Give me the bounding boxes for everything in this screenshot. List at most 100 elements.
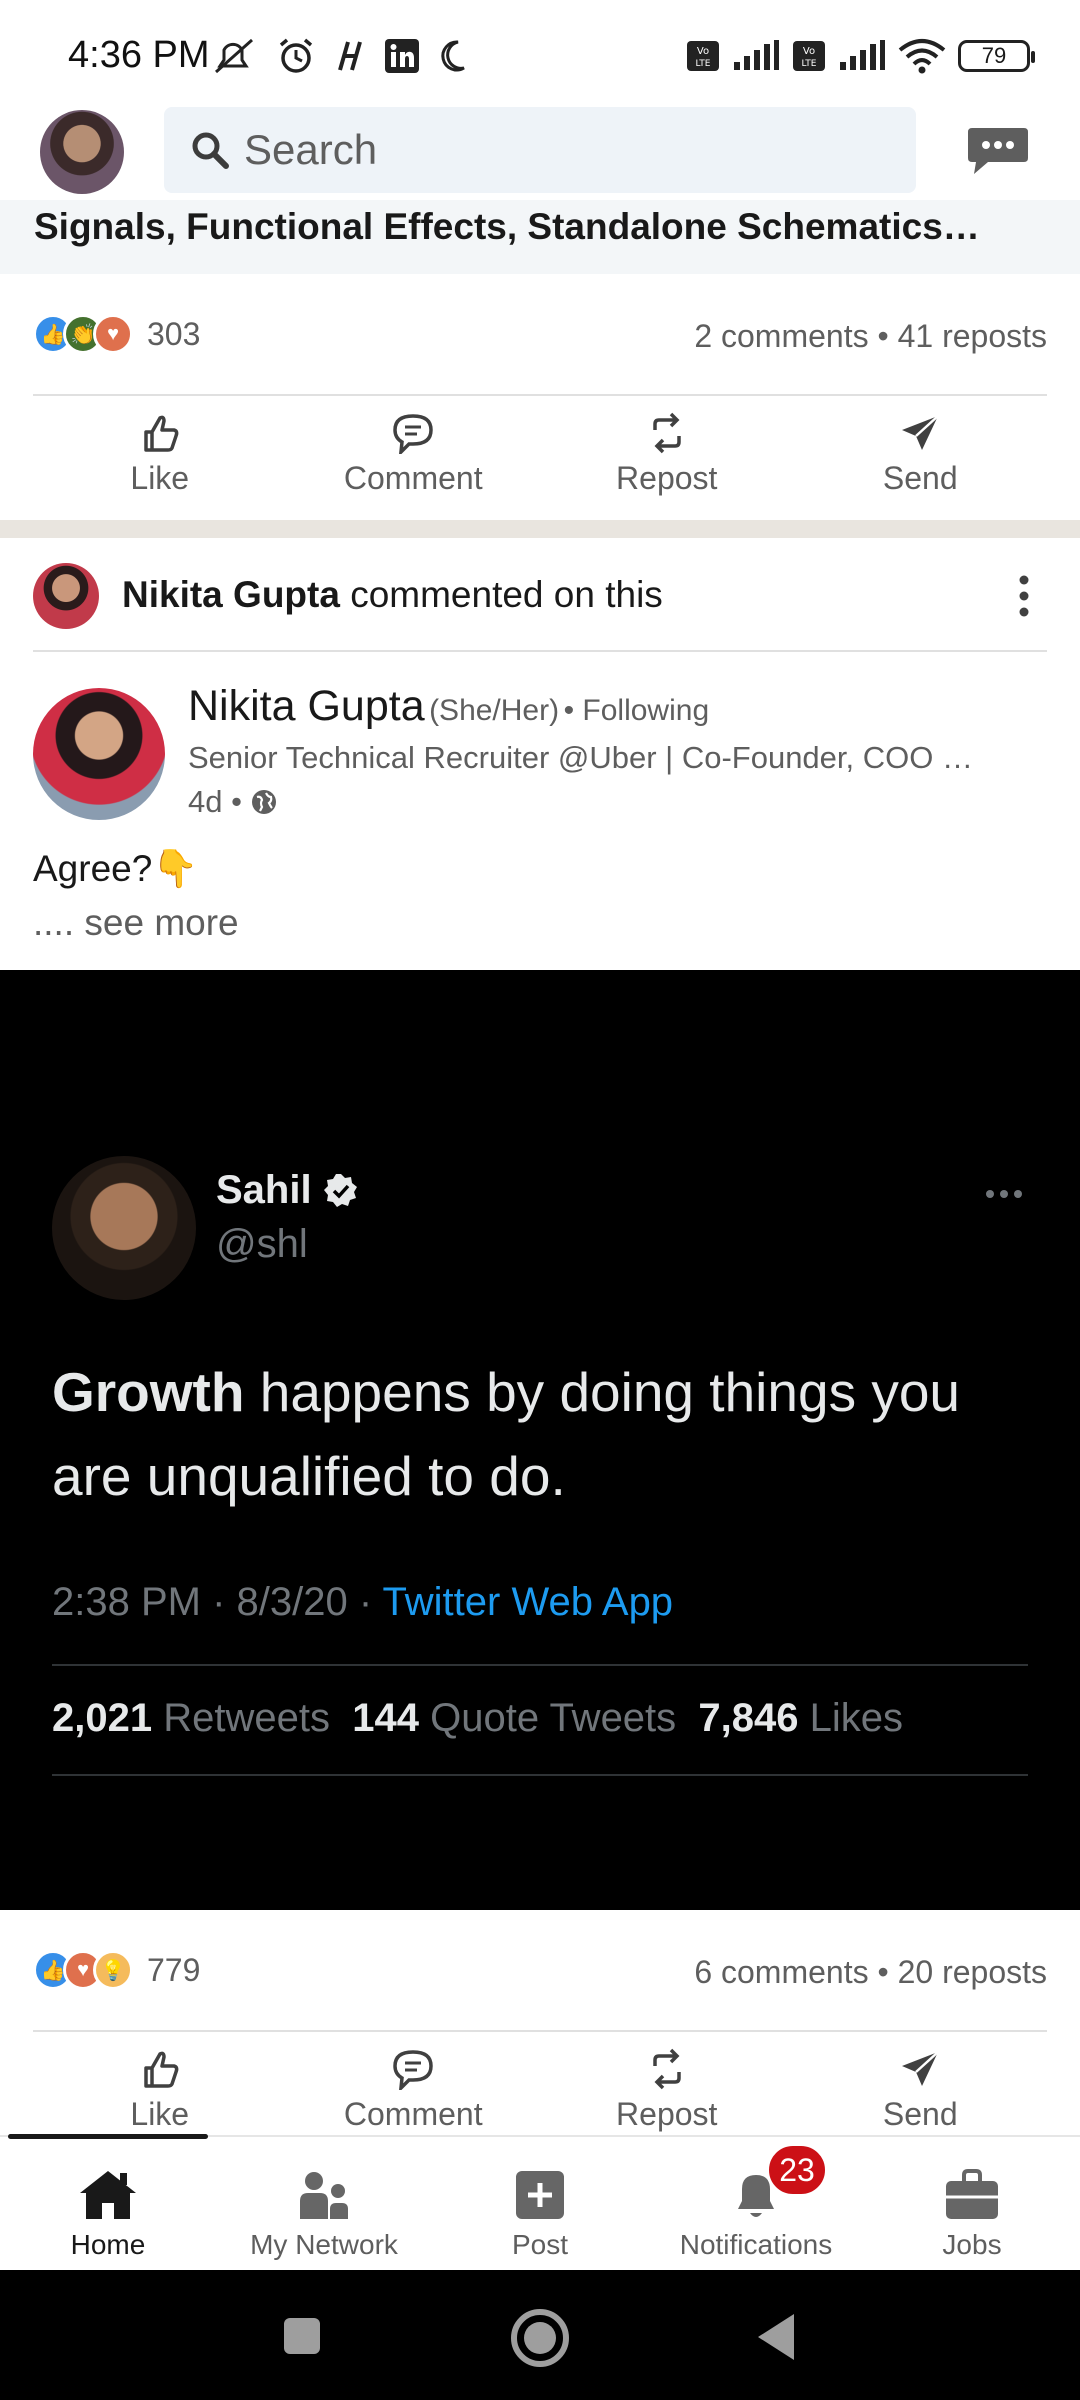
divider <box>33 394 1047 396</box>
comment-button[interactable]: Comment <box>313 2048 513 2133</box>
nav-post[interactable]: Post <box>432 2137 648 2270</box>
svg-text:LTE: LTE <box>696 59 711 69</box>
like-label: Like <box>130 2096 190 2132</box>
tweet-text: Growth happens by doing things you are u… <box>52 1350 1032 1518</box>
quote-label: Quote Tweets <box>430 1696 677 1740</box>
likes-count: 7,846 <box>698 1696 799 1740</box>
chat-bubble-icon[interactable] <box>966 124 1030 176</box>
nav-notifications[interactable]: 23 Notifications <box>648 2137 864 2270</box>
feed-separator <box>0 520 1080 538</box>
comment-icon <box>393 2050 434 2090</box>
svg-text:Vo: Vo <box>803 46 815 57</box>
author-avatar[interactable] <box>33 688 165 820</box>
post-body: Agree?👇 <box>33 848 199 889</box>
thumbs-up-icon <box>144 2051 179 2088</box>
nav-home-label: Home <box>70 2229 146 2260</box>
divider <box>33 650 1047 652</box>
send-label: Send <box>882 2096 958 2132</box>
insightful-reaction-icon: 💡 <box>93 1950 133 1990</box>
status-icons-right: Vo LTE Vo LTE 79 <box>686 38 1035 74</box>
search-placeholder: Search <box>244 126 378 173</box>
repost-icon <box>653 2048 681 2090</box>
signal-icon <box>840 40 885 70</box>
post-time: 4d • <box>188 784 278 820</box>
globe-icon <box>251 790 276 814</box>
nav-my-network-label: My Network <box>250 2229 398 2260</box>
like-label: Like <box>130 460 190 496</box>
active-tab-indicator <box>8 2134 208 2139</box>
more-options-icon[interactable] <box>1014 572 1034 620</box>
reactions-summary[interactable]: 👍 ♥ 💡 779 <box>33 1950 200 1990</box>
author-header[interactable]: Nikita Gupta (She/Her) • Following <box>188 682 709 731</box>
status-icons-left <box>212 36 468 76</box>
bottom-navigation: Home My Network Post 23 Notifications Jo… <box>0 2135 1080 2270</box>
send-button[interactable]: Send <box>820 412 1020 497</box>
repost-button[interactable]: Repost <box>567 412 767 497</box>
mute-icon <box>215 38 253 74</box>
reaction-count: 779 <box>147 1951 201 1988</box>
tweet-avatar <box>52 1156 196 1300</box>
tweet-more-icon <box>986 1190 1022 1198</box>
tweet-time: 2:38 PM · 8/3/20 · <box>52 1580 383 1624</box>
profile-avatar[interactable] <box>40 110 124 194</box>
tweet-stats: 2,021 Retweets 144 Quote Tweets 7,846 Li… <box>52 1696 903 1741</box>
reactions-summary[interactable]: 👍 👏 ♥ 303 <box>33 314 200 354</box>
home-button-icon[interactable] <box>510 2308 570 2368</box>
system-navigation-bar <box>0 2270 1080 2400</box>
comment-label: Comment <box>343 2096 483 2132</box>
signal-icon <box>734 40 779 70</box>
love-reaction-icon: ♥ <box>93 314 133 354</box>
activity-header[interactable]: Nikita Gupta commented on this <box>122 574 663 616</box>
svg-text:LTE: LTE <box>802 59 817 69</box>
comment-icon <box>393 414 434 454</box>
author-name: Nikita Gupta <box>188 682 425 730</box>
reaction-icons: 👍 ♥ 💡 <box>33 1950 133 1990</box>
recents-icon[interactable] <box>282 2316 322 2356</box>
repost-button[interactable]: Repost <box>567 2048 767 2133</box>
svg-text:Vo: Vo <box>697 46 709 57</box>
like-button[interactable]: Like <box>60 412 260 497</box>
linkedin-icon <box>385 39 419 73</box>
send-button[interactable]: Send <box>820 2048 1020 2133</box>
send-label: Send <box>882 460 958 496</box>
status-time: 4:36 PM <box>68 34 210 76</box>
post-timestamp: 4d • <box>188 784 242 819</box>
alarm-icon <box>279 38 313 73</box>
author-pronouns: (She/Her) <box>429 694 560 727</box>
tweet-author: Sahil <box>216 1168 360 1213</box>
nav-jobs[interactable]: Jobs <box>864 2137 1080 2270</box>
repost-label: Repost <box>616 460 718 496</box>
see-more-link[interactable]: .... see more <box>33 902 239 944</box>
send-icon <box>902 415 940 450</box>
activity-name: Nikita Gupta <box>122 574 340 615</box>
repost-icon <box>653 412 681 454</box>
post-meta[interactable]: 2 comments • 41 reposts <box>694 318 1047 355</box>
volte-icon: Vo LTE <box>687 41 719 71</box>
activity-avatar[interactable] <box>33 563 99 629</box>
nav-post-label: Post <box>511 2229 569 2260</box>
retweet-count: 2,021 <box>52 1696 153 1740</box>
back-icon[interactable] <box>756 2312 796 2362</box>
nav-my-network[interactable]: My Network <box>216 2137 432 2270</box>
repost-label: Repost <box>616 2096 718 2132</box>
following-status: • Following <box>563 694 710 727</box>
tweet-text-bold: Growth <box>52 1361 245 1423</box>
comment-button[interactable]: Comment <box>313 412 513 497</box>
post-meta[interactable]: 6 comments • 20 reposts <box>694 1954 1047 1991</box>
notification-badge: 23 <box>766 2143 828 2197</box>
search-input[interactable]: Search <box>164 107 916 193</box>
previous-post-text[interactable]: Signals, Functional Effects, Standalone … <box>34 206 980 248</box>
divider <box>33 2030 1047 2032</box>
verified-badge-icon <box>323 1173 357 1207</box>
people-icon <box>300 2172 348 2219</box>
reaction-icons: 👍 👏 ♥ <box>33 314 133 354</box>
reaction-count: 303 <box>147 315 201 352</box>
like-button[interactable]: Like <box>60 2048 260 2133</box>
briefcase-icon <box>946 2169 998 2219</box>
tweet-divider <box>52 1664 1028 1666</box>
retweet-label: Retweets <box>163 1696 330 1740</box>
search-icon <box>192 132 229 169</box>
wifi-icon <box>898 39 946 74</box>
nav-home[interactable]: Home <box>0 2137 216 2270</box>
tweet-name: Sahil <box>216 1168 312 1212</box>
